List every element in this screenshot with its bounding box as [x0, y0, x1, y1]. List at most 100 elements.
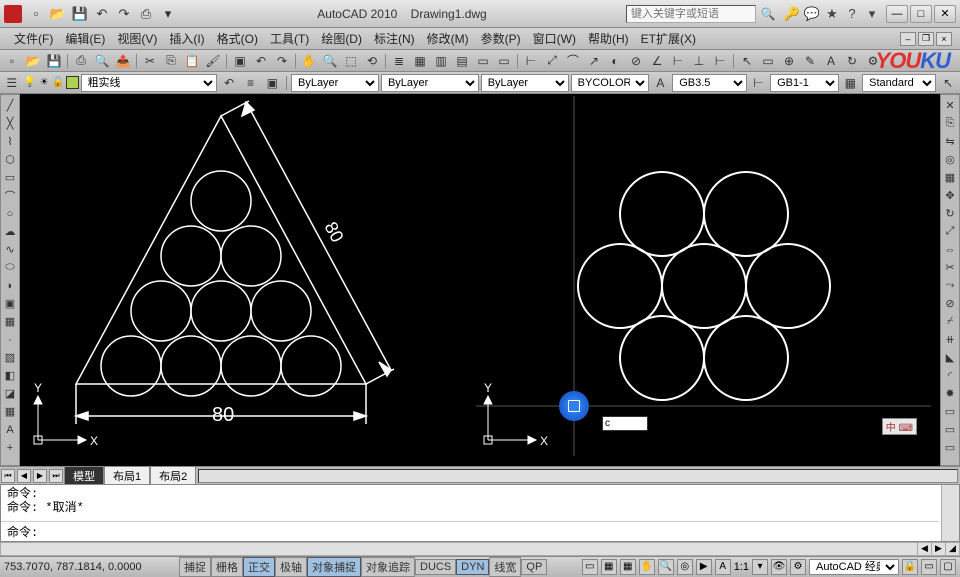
dim-text-edit-icon[interactable]: A [821, 52, 841, 70]
new-icon[interactable]: ▫ [26, 4, 46, 24]
showmotion-icon[interactable]: ▶ [696, 559, 712, 575]
toggle-qp[interactable]: QP [521, 559, 547, 575]
favorites-icon[interactable]: ★ [824, 6, 840, 22]
linetype-dropdown[interactable]: ByLayer [381, 74, 479, 92]
redo-tb-icon[interactable]: ↷ [272, 52, 292, 70]
array-icon[interactable]: ▦ [941, 169, 959, 186]
cut-icon[interactable]: ✂ [140, 52, 160, 70]
doc-minimize[interactable]: – [900, 32, 916, 46]
xline-icon[interactable]: ╳ [1, 115, 19, 132]
quick-view-layouts-icon[interactable]: ▦ [601, 559, 617, 575]
circle-icon[interactable]: ○ [1, 205, 19, 222]
quickcalc-icon[interactable]: ▭ [494, 52, 514, 70]
layer-dropdown[interactable]: 粗实线 [81, 74, 218, 92]
table-icon[interactable]: ▦ [1, 403, 19, 420]
layer-on-icon[interactable]: 💡 [24, 76, 37, 89]
gradient-icon[interactable]: ◧ [1, 367, 19, 384]
ellipse-icon[interactable]: ⬭ [1, 259, 19, 276]
publish-icon[interactable]: 📤 [113, 52, 133, 70]
layer-color-swatch[interactable] [66, 76, 79, 89]
new-file-icon[interactable]: ▫ [2, 52, 22, 70]
h-scrollbar[interactable] [198, 469, 958, 483]
toggle-polar[interactable]: 极轴 [275, 557, 307, 577]
layer-freeze-icon[interactable]: ☀ [38, 76, 51, 89]
dim-angular-icon[interactable]: ∠ [647, 52, 667, 70]
annotation-scale-icon[interactable]: A [715, 559, 731, 575]
doc-close[interactable]: × [936, 32, 952, 46]
point-icon[interactable]: · [1, 331, 19, 348]
toggle-ducs[interactable]: DUCS [415, 559, 456, 575]
rotate-icon[interactable]: ↻ [941, 205, 959, 222]
quick-view-drawings-icon[interactable]: ▦ [620, 559, 636, 575]
annotation-visibility-icon[interactable]: 👁 [771, 559, 787, 575]
save-icon[interactable]: 💾 [70, 4, 90, 24]
dim-update-icon[interactable]: ↻ [842, 52, 862, 70]
dim-linear-icon[interactable]: ⊢ [521, 52, 541, 70]
region-icon[interactable]: ◪ [1, 385, 19, 402]
zoom-previous-icon[interactable]: ⟲ [362, 52, 382, 70]
dim-quick-icon[interactable]: ⊢ [668, 52, 688, 70]
open-file-icon[interactable]: 📂 [23, 52, 43, 70]
table-style-icon[interactable]: ▦ [841, 74, 861, 92]
workspace-dropdown[interactable]: AutoCAD 经典 [809, 559, 899, 575]
dim-continue-icon[interactable]: ⊢ [710, 52, 730, 70]
rectangle-icon[interactable]: ▭ [1, 169, 19, 186]
dim-ordinate-icon[interactable]: ↗ [584, 52, 604, 70]
line-icon[interactable]: ╱ [1, 97, 19, 114]
dim-style-btn-icon[interactable]: ⊢ [749, 74, 769, 92]
tab-prev-icon[interactable]: ◀ [17, 469, 31, 483]
extend-icon[interactable]: ⤳ [941, 277, 959, 294]
open-icon[interactable]: 📂 [48, 4, 68, 24]
clean-screen-icon[interactable]: ▢ [940, 559, 956, 575]
close-button[interactable]: ✕ [934, 5, 956, 23]
revcloud-icon[interactable]: ☁ [1, 223, 19, 240]
zoom-realtime-icon[interactable]: 🔍 [320, 52, 340, 70]
chamfer-icon[interactable]: ◣ [941, 349, 959, 366]
dim-aligned-icon[interactable]: ⤢ [542, 52, 562, 70]
mleader-icon[interactable]: ↖ [737, 52, 757, 70]
menu-format[interactable]: 格式(O) [211, 28, 264, 49]
auto-scale-icon[interactable]: ⚙ [790, 559, 806, 575]
drawing-area[interactable]: 80 80 X Y [20, 94, 940, 466]
hatch-icon[interactable]: ▨ [1, 349, 19, 366]
communication-icon[interactable]: 💬 [804, 6, 820, 22]
layer-manager-icon[interactable]: ☰ [2, 74, 22, 92]
lineweight-dropdown[interactable]: ByLayer [481, 74, 569, 92]
sheet-set-icon[interactable]: ▤ [452, 52, 472, 70]
pan-status-icon[interactable]: ✋ [639, 559, 655, 575]
menu-window[interactable]: 窗口(W) [527, 28, 582, 49]
break-point-icon[interactable]: ⊘ [941, 295, 959, 312]
search-input[interactable] [626, 5, 756, 23]
ellipse-arc-icon[interactable]: ◗ [1, 277, 19, 294]
toggle-snap[interactable]: 捕捉 [179, 557, 211, 577]
command-v-scroll[interactable] [941, 485, 959, 541]
menu-view[interactable]: 视图(V) [111, 28, 163, 49]
textstyle-dropdown[interactable]: GB3.5 [672, 74, 746, 92]
scale-value[interactable]: 1:1 [734, 561, 749, 573]
etool-2-icon[interactable]: ▭ [941, 421, 959, 438]
help-icon[interactable]: ? [844, 6, 860, 22]
layer-iso-icon[interactable]: ▣ [262, 74, 282, 92]
offset-icon[interactable]: ◎ [941, 151, 959, 168]
menu-draw[interactable]: 绘图(D) [315, 28, 368, 49]
steering-wheel-icon[interactable]: ◎ [677, 559, 693, 575]
mirror-icon[interactable]: ⇋ [941, 133, 959, 150]
mtext-icon[interactable]: A [1, 421, 19, 438]
subscription-icon[interactable]: 🔑 [784, 6, 800, 22]
tab-layout1[interactable]: 布局1 [104, 466, 150, 486]
dim-diameter-icon[interactable]: ⊘ [626, 52, 646, 70]
coordinates[interactable]: 753.7070, 787.1814, 0.0000 [4, 561, 179, 573]
tab-layout2[interactable]: 布局2 [150, 466, 196, 486]
menu-help[interactable]: 帮助(H) [582, 28, 635, 49]
block-editor-icon[interactable]: ▣ [230, 52, 250, 70]
redo-icon[interactable]: ↷ [114, 4, 134, 24]
polygon-icon[interactable]: ⬡ [1, 151, 19, 168]
dim-baseline-icon[interactable]: ⊥ [689, 52, 709, 70]
tab-first-icon[interactable]: ⏮ [1, 469, 15, 483]
toggle-dyn[interactable]: DYN [456, 559, 489, 575]
tab-model[interactable]: 模型 [64, 466, 104, 486]
trim-icon[interactable]: ✂ [941, 259, 959, 276]
properties-icon[interactable]: ≣ [389, 52, 409, 70]
tablestyle-dropdown[interactable]: Standard [862, 74, 936, 92]
command-input-row[interactable]: 命令: [1, 521, 939, 541]
